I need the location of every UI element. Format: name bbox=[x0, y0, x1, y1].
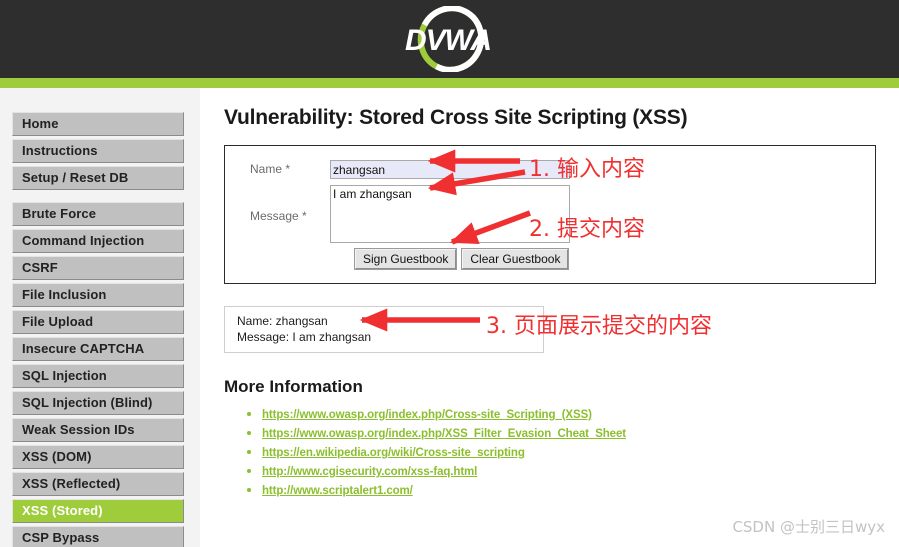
site-header: DVWA bbox=[0, 0, 899, 78]
sidebar-item-weak-session-ids[interactable]: Weak Session IDs bbox=[12, 418, 184, 442]
sidebar-item-sql-injection-blind[interactable]: SQL Injection (Blind) bbox=[12, 391, 184, 415]
csdn-watermark: CSDN @士别三日wyx bbox=[732, 518, 885, 536]
list-item: https://www.owasp.org/index.php/XSS_Filt… bbox=[262, 424, 899, 442]
sidebar-group-vulnerabilities: Brute Force Command Injection CSRF File … bbox=[0, 202, 200, 547]
annotation-step-2: 2. 提交内容 bbox=[529, 217, 645, 242]
annotation-step-3: 3. 页面展示提交的内容 bbox=[486, 314, 712, 339]
list-item: https://www.owasp.org/index.php/Cross-si… bbox=[262, 405, 899, 423]
sidebar-item-insecure-captcha[interactable]: Insecure CAPTCHA bbox=[12, 337, 184, 361]
dvwa-page: DVWA Home Instructions Setup / Reset DB … bbox=[0, 0, 899, 547]
sidebar-nav: Home Instructions Setup / Reset DB Brute… bbox=[0, 88, 200, 547]
sidebar-group-general: Home Instructions Setup / Reset DB bbox=[0, 112, 200, 190]
sidebar-item-file-upload[interactable]: File Upload bbox=[12, 310, 184, 334]
info-link-owasp-filter-evasion[interactable]: https://www.owasp.org/index.php/XSS_Filt… bbox=[262, 428, 626, 440]
name-label: Name * bbox=[250, 162, 291, 176]
list-item: http://www.cgisecurity.com/xss-faq.html bbox=[262, 462, 899, 480]
info-link-wikipedia-xss[interactable]: https://en.wikipedia.org/wiki/Cross-site… bbox=[262, 447, 525, 459]
annotation-step-1: 1. 输入内容 bbox=[529, 157, 645, 182]
sidebar-item-home[interactable]: Home bbox=[12, 112, 184, 136]
dvwa-logo: DVWA bbox=[0, 0, 899, 78]
message-label: Message * bbox=[250, 209, 307, 223]
sidebar-item-instructions[interactable]: Instructions bbox=[12, 139, 184, 163]
info-link-cgisecurity-faq[interactable]: http://www.cgisecurity.com/xss-faq.html bbox=[262, 466, 477, 478]
clear-guestbook-button[interactable]: Clear Guestbook bbox=[461, 248, 570, 270]
list-item: https://en.wikipedia.org/wiki/Cross-site… bbox=[262, 443, 899, 461]
list-item: http://www.scriptalert1.com/ bbox=[262, 481, 899, 499]
sidebar-item-file-inclusion[interactable]: File Inclusion bbox=[12, 283, 184, 307]
form-buttons: Sign Guestbook Clear Guestbook bbox=[353, 248, 875, 270]
sidebar-item-csp-bypass[interactable]: CSP Bypass bbox=[12, 526, 184, 547]
sidebar-item-brute-force[interactable]: Brute Force bbox=[12, 202, 184, 226]
sidebar-item-xss-dom[interactable]: XSS (DOM) bbox=[12, 445, 184, 469]
more-information-links: https://www.owasp.org/index.php/Cross-si… bbox=[224, 405, 899, 499]
sidebar-item-setup-reset-db[interactable]: Setup / Reset DB bbox=[12, 166, 184, 190]
svg-text:DVWA: DVWA bbox=[405, 24, 491, 57]
info-link-owasp-xss[interactable]: https://www.owasp.org/index.php/Cross-si… bbox=[262, 409, 592, 421]
sidebar-item-command-injection[interactable]: Command Injection bbox=[12, 229, 184, 253]
sidebar-item-xss-stored[interactable]: XSS (Stored) bbox=[12, 499, 184, 523]
page-title: Vulnerability: Stored Cross Site Scripti… bbox=[224, 106, 688, 129]
sidebar-item-xss-reflected[interactable]: XSS (Reflected) bbox=[12, 472, 184, 496]
sidebar-item-csrf[interactable]: CSRF bbox=[12, 256, 184, 280]
dvwa-logo-icon: DVWA bbox=[405, 6, 492, 72]
sign-guestbook-button[interactable]: Sign Guestbook bbox=[353, 248, 458, 270]
sidebar-item-sql-injection[interactable]: SQL Injection bbox=[12, 364, 184, 388]
header-accent-bar bbox=[0, 78, 899, 88]
info-link-scriptalert1[interactable]: http://www.scriptalert1.com/ bbox=[262, 485, 413, 497]
more-information-heading: More Information bbox=[224, 377, 363, 396]
